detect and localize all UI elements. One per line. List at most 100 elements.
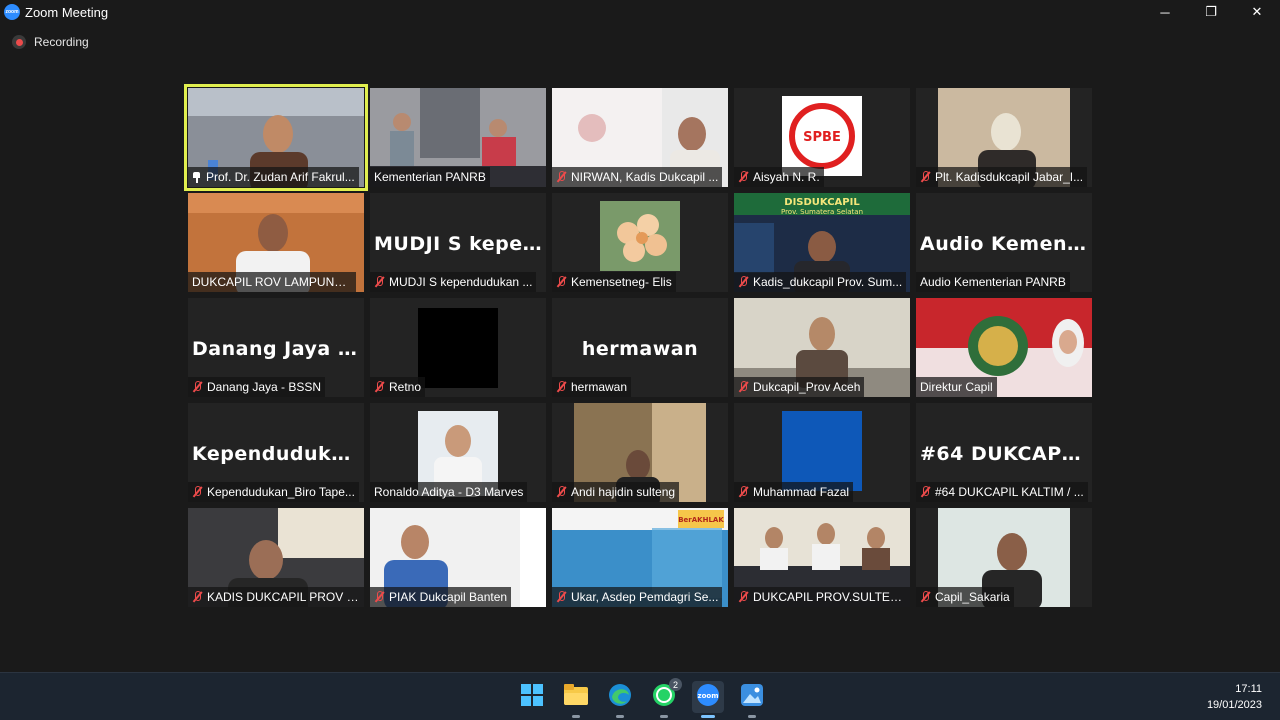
taskbar-photos-button[interactable]: [736, 681, 768, 718]
participant-name: Ukar, Asdep Pemdagri Se...: [571, 590, 719, 604]
recording-icon: [12, 35, 26, 49]
participant-name-bar: Kementerian PANRB: [370, 167, 490, 187]
participant-name-bar: Kadis_dukcapil Prov. Sum...: [734, 272, 907, 292]
taskbar-whatsapp-button[interactable]: 2: [648, 678, 682, 718]
taskbar-start-button[interactable]: [516, 681, 548, 713]
participant-name-bar: NIRWAN, Kadis Dukcapil ...: [552, 167, 723, 187]
restore-button[interactable]: ❐: [1188, 0, 1234, 24]
participant-tile[interactable]: Audio Kemente... Audio Kementerian PANRB: [916, 193, 1092, 292]
participant-tile[interactable]: KADIS DUKCAPIL PROV S...: [188, 508, 364, 607]
participant-display-name: hermawan: [581, 338, 699, 360]
mic-muted-icon: [374, 590, 384, 604]
taskbar-zoom-button[interactable]: zoom: [692, 681, 724, 718]
participant-name-bar: Ronaldo Aditya - D3 Marves: [370, 482, 528, 502]
participant-tile[interactable]: Danang Jaya -... Danang Jaya - BSSN: [188, 298, 364, 397]
participant-name-bar: Muhammad Fazal: [734, 482, 854, 502]
taskbar: 2 zoom: [0, 672, 1280, 720]
participant-tile[interactable]: Andi hajidin sulteng: [552, 403, 728, 502]
close-button[interactable]: ✕: [1234, 0, 1280, 24]
participant-name: NIRWAN, Kadis Dukcapil ...: [571, 170, 719, 184]
clock-date: 19/01/2023: [1206, 699, 1262, 711]
participant-display-name: Danang Jaya -...: [192, 338, 364, 360]
participant-name: MUDJI S kependudukan ...: [389, 275, 533, 289]
participant-name-bar: Kemensetneg- Elis: [552, 272, 676, 292]
participant-name: Capil_Sakaria: [935, 590, 1010, 604]
participant-name: hermawan: [571, 380, 628, 394]
participant-tile[interactable]: Capil_Sakaria: [916, 508, 1092, 607]
participant-name-bar: Kependudukan_Biro Tape...: [188, 482, 359, 502]
mic-muted-icon: [920, 485, 930, 499]
taskbar-file-explorer-button[interactable]: [560, 681, 592, 718]
participant-name: Aisyah N. R.: [753, 170, 820, 184]
mic-muted-icon: [192, 590, 202, 604]
participant-name-bar: Ukar, Asdep Pemdagri Se...: [552, 587, 723, 607]
mic-muted-icon: [920, 170, 930, 184]
participant-name: Muhammad Fazal: [753, 485, 850, 499]
mic-muted-icon: [374, 275, 384, 289]
svg-text:BerAKHLAK: BerAKHLAK: [678, 516, 724, 524]
mic-muted-icon: [556, 170, 566, 184]
photos-icon: [740, 683, 764, 712]
participant-name: Kependudukan_Biro Tape...: [207, 485, 355, 499]
participant-name: Kemensetneg- Elis: [571, 275, 672, 289]
participant-name-bar: Dukcapil_Prov Aceh: [734, 377, 865, 397]
participant-name-bar: PIAK Dukcapil Banten: [370, 587, 512, 607]
participant-tile[interactable]: DUKCAPIL PROV.SULTENG: [734, 508, 910, 607]
participant-tile[interactable]: MUDJI S kepen... MUDJI S kependudukan ...: [370, 193, 546, 292]
participant-name: Danang Jaya - BSSN: [207, 380, 322, 394]
notification-badge: 2: [669, 678, 682, 691]
system-clock[interactable]: 17:11 19/01/2023: [1207, 681, 1262, 713]
taskbar-edge-button[interactable]: [604, 681, 636, 718]
participant-name: PIAK Dukcapil Banten: [389, 590, 508, 604]
participant-tile[interactable]: SPBE Aisyah N. R.: [734, 88, 910, 187]
participant-tile[interactable]: BerAKHLAK Ukar, Asdep Pemdagri Se...: [552, 508, 728, 607]
participant-tile[interactable]: Kementerian PANRB: [370, 88, 546, 187]
participant-name: Dukcapil_Prov Aceh: [753, 380, 861, 394]
pin-icon: [192, 171, 201, 183]
participant-name: Kementerian PANRB: [374, 170, 486, 184]
running-indicator: [748, 715, 756, 718]
recording-label: Recording: [34, 35, 89, 49]
running-indicator: [660, 715, 668, 718]
participant-name: Andi hajidin sulteng: [571, 485, 676, 499]
mic-muted-icon: [738, 485, 748, 499]
start-icon: [521, 683, 543, 711]
participant-name-bar: Andi hajidin sulteng: [552, 482, 680, 502]
participant-tile[interactable]: NIRWAN, Kadis Dukcapil ...: [552, 88, 728, 187]
mic-muted-icon: [192, 485, 202, 499]
participant-name: Direktur Capil: [920, 380, 993, 394]
participant-tile[interactable]: Direktur Capil: [916, 298, 1092, 397]
participant-tile[interactable]: DISDUKCAPIL Prov. Sumatera Selatan Kadis_d…: [734, 193, 910, 292]
participant-tile[interactable]: Plt. Kadisdukcapil Jabar_I...: [916, 88, 1092, 187]
svg-text:DISDUKCAPIL: DISDUKCAPIL: [784, 197, 860, 208]
mic-muted-icon: [374, 380, 384, 394]
mic-muted-icon: [556, 485, 566, 499]
mic-muted-icon: [192, 380, 202, 394]
mic-muted-icon: [556, 275, 566, 289]
participant-tile[interactable]: Muhammad Fazal: [734, 403, 910, 502]
running-indicator: [616, 715, 624, 718]
participant-name-bar: Direktur Capil: [916, 377, 997, 397]
participant-tile[interactable]: hermawan hermawan: [552, 298, 728, 397]
window-title: Zoom Meeting: [25, 4, 109, 20]
mic-muted-icon: [738, 590, 748, 604]
title-bar: zoom Zoom Meeting ─ ❐ ✕: [0, 0, 1280, 24]
participant-tile[interactable]: Kependudukan_... Kependudukan_Biro Tape..…: [188, 403, 364, 502]
participant-name: DUKCAPIL ROV LAMPUNG, ...: [192, 275, 352, 289]
participant-tile[interactable]: DUKCAPIL ROV LAMPUNG, ...: [188, 193, 364, 292]
participant-tile[interactable]: Dukcapil_Prov Aceh: [734, 298, 910, 397]
participant-tile[interactable]: #64 DUKCAPIL... #64 DUKCAPIL KALTIM / ...: [916, 403, 1092, 502]
participant-tile[interactable]: PIAK Dukcapil Banten: [370, 508, 546, 607]
participant-tile[interactable]: Retno: [370, 298, 546, 397]
participant-name: Retno: [389, 380, 422, 394]
mic-muted-icon: [738, 170, 748, 184]
svg-text:Prov. Sumatera Selatan: Prov. Sumatera Selatan: [781, 208, 863, 216]
participant-name-bar: #64 DUKCAPIL KALTIM / ...: [916, 482, 1088, 502]
window-controls: ─ ❐ ✕: [1142, 0, 1280, 24]
minimize-button[interactable]: ─: [1142, 0, 1188, 24]
file-explorer-icon: [564, 683, 588, 711]
participant-tile[interactable]: Ronaldo Aditya - D3 Marves: [370, 403, 546, 502]
participant-tile[interactable]: Kemensetneg- Elis: [552, 193, 728, 292]
recording-indicator[interactable]: Recording: [12, 35, 89, 49]
participant-tile[interactable]: Prof. Dr. Zudan Arif Fakrul...: [184, 84, 368, 191]
